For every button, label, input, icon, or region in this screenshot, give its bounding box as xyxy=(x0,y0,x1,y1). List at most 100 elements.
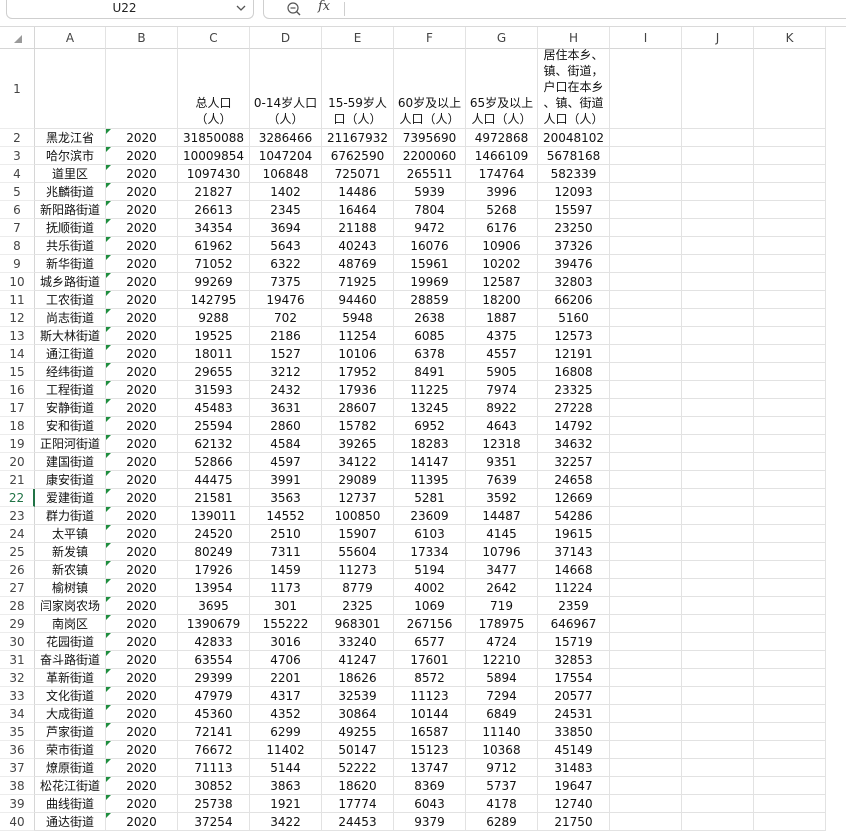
cell-c15[interactable]: 29655 xyxy=(178,363,250,381)
cell-b6[interactable]: 2020 xyxy=(106,201,178,219)
cell-h23[interactable]: 54286 xyxy=(538,507,610,525)
cell-h39[interactable]: 12740 xyxy=(538,795,610,813)
cell-h6[interactable]: 15597 xyxy=(538,201,610,219)
cell-e34[interactable]: 30864 xyxy=(322,705,394,723)
empty-cell[interactable] xyxy=(610,543,682,561)
cell-a26[interactable]: 新农镇 xyxy=(35,561,106,579)
cell-e11[interactable]: 94460 xyxy=(322,291,394,309)
empty-cell[interactable] xyxy=(754,777,826,795)
cell-a33[interactable]: 文化街道 xyxy=(35,687,106,705)
empty-cell[interactable] xyxy=(610,291,682,309)
cell-f7[interactable]: 9472 xyxy=(394,219,466,237)
cell-g20[interactable]: 9351 xyxy=(466,453,538,471)
cell-e17[interactable]: 28607 xyxy=(322,399,394,417)
row-header-14[interactable]: 14 xyxy=(0,345,35,363)
cell-h27[interactable]: 11224 xyxy=(538,579,610,597)
empty-cell[interactable] xyxy=(754,327,826,345)
cell-h16[interactable]: 23325 xyxy=(538,381,610,399)
cell-f10[interactable]: 19969 xyxy=(394,273,466,291)
cell-c32[interactable]: 29399 xyxy=(178,669,250,687)
cell-g31[interactable]: 12210 xyxy=(466,651,538,669)
empty-cell[interactable] xyxy=(610,219,682,237)
cell-b2[interactable]: 2020 xyxy=(106,129,178,147)
cell-f36[interactable]: 15123 xyxy=(394,741,466,759)
cell-d12[interactable]: 702 xyxy=(250,309,322,327)
row-header-20[interactable]: 20 xyxy=(0,453,35,471)
cell-h29[interactable]: 646967 xyxy=(538,615,610,633)
cell-b3[interactable]: 2020 xyxy=(106,147,178,165)
cell-h22[interactable]: 12669 xyxy=(538,489,610,507)
cell-h11[interactable]: 66206 xyxy=(538,291,610,309)
cell-a22[interactable]: 爱建街道 xyxy=(35,489,106,507)
cell-g39[interactable]: 4178 xyxy=(466,795,538,813)
column-header-b[interactable]: B xyxy=(106,27,178,49)
cell-e37[interactable]: 52222 xyxy=(322,759,394,777)
empty-cell[interactable] xyxy=(610,813,682,831)
cell-d8[interactable]: 5643 xyxy=(250,237,322,255)
cell-e33[interactable]: 32539 xyxy=(322,687,394,705)
cell-a10[interactable]: 城乡路街道 xyxy=(35,273,106,291)
cell-f3[interactable]: 2200060 xyxy=(394,147,466,165)
empty-cell[interactable] xyxy=(610,417,682,435)
empty-cell[interactable] xyxy=(610,129,682,147)
empty-cell[interactable] xyxy=(754,183,826,201)
cell-c6[interactable]: 26613 xyxy=(178,201,250,219)
empty-cell[interactable] xyxy=(754,597,826,615)
cell-a34[interactable]: 大成街道 xyxy=(35,705,106,723)
empty-cell[interactable] xyxy=(682,723,754,741)
row-header-28[interactable]: 28 xyxy=(0,597,35,615)
cell-e8[interactable]: 40243 xyxy=(322,237,394,255)
cell-a36[interactable]: 荣市街道 xyxy=(35,741,106,759)
cell-c7[interactable]: 34354 xyxy=(178,219,250,237)
column-header-f[interactable]: F xyxy=(394,27,466,49)
cell-a32[interactable]: 革新街道 xyxy=(35,669,106,687)
empty-cell[interactable] xyxy=(754,741,826,759)
cell-f32[interactable]: 8572 xyxy=(394,669,466,687)
cell-g2[interactable]: 4972868 xyxy=(466,129,538,147)
cell-g10[interactable]: 12587 xyxy=(466,273,538,291)
cell-e9[interactable]: 48769 xyxy=(322,255,394,273)
cell-g6[interactable]: 5268 xyxy=(466,201,538,219)
cell-c31[interactable]: 63554 xyxy=(178,651,250,669)
row-header-27[interactable]: 27 xyxy=(0,579,35,597)
cell-b5[interactable]: 2020 xyxy=(106,183,178,201)
cell-d17[interactable]: 3631 xyxy=(250,399,322,417)
empty-cell[interactable] xyxy=(682,507,754,525)
cell-h2[interactable]: 20048102 xyxy=(538,129,610,147)
empty-cell[interactable] xyxy=(610,435,682,453)
cell-g26[interactable]: 3477 xyxy=(466,561,538,579)
cell-c36[interactable]: 76672 xyxy=(178,741,250,759)
header-cell-h[interactable]: 居住本乡、 镇、街道， 户口在本乡 、镇、街道 人口（人） xyxy=(538,48,610,129)
cell-c4[interactable]: 1097430 xyxy=(178,165,250,183)
empty-cell[interactable] xyxy=(682,309,754,327)
cell-a35[interactable]: 芦家街道 xyxy=(35,723,106,741)
row-header-24[interactable]: 24 xyxy=(0,525,35,543)
cell-b19[interactable]: 2020 xyxy=(106,435,178,453)
cell-g17[interactable]: 8922 xyxy=(466,399,538,417)
empty-cell[interactable] xyxy=(682,741,754,759)
empty-cell[interactable] xyxy=(754,453,826,471)
empty-cell[interactable] xyxy=(610,525,682,543)
cell-h38[interactable]: 19647 xyxy=(538,777,610,795)
cell-e10[interactable]: 71925 xyxy=(322,273,394,291)
cell-h3[interactable]: 5678168 xyxy=(538,147,610,165)
cell-c24[interactable]: 24520 xyxy=(178,525,250,543)
empty-cell[interactable] xyxy=(610,471,682,489)
cell-c40[interactable]: 37254 xyxy=(178,813,250,831)
cell-b37[interactable]: 2020 xyxy=(106,759,178,777)
cell-d21[interactable]: 3991 xyxy=(250,471,322,489)
row-header-22[interactable]: 22 xyxy=(0,489,35,507)
cell-a37[interactable]: 燎原街道 xyxy=(35,759,106,777)
cell-f11[interactable]: 28859 xyxy=(394,291,466,309)
cell-b38[interactable]: 2020 xyxy=(106,777,178,795)
cell-b34[interactable]: 2020 xyxy=(106,705,178,723)
header-cell-a[interactable] xyxy=(35,49,106,129)
column-header-h[interactable]: H xyxy=(538,27,610,49)
cell-e32[interactable]: 18626 xyxy=(322,669,394,687)
empty-cell[interactable] xyxy=(754,651,826,669)
column-header-e[interactable]: E xyxy=(322,27,394,49)
row-header-12[interactable]: 12 xyxy=(0,309,35,327)
cell-h14[interactable]: 12191 xyxy=(538,345,610,363)
cell-h4[interactable]: 582339 xyxy=(538,165,610,183)
cell-d4[interactable]: 106848 xyxy=(250,165,322,183)
